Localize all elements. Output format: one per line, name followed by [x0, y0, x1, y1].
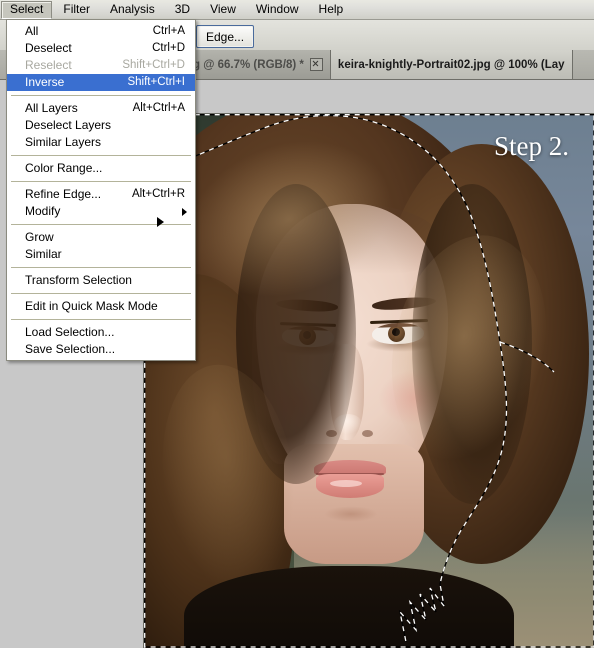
- menu-item-label: All: [25, 24, 39, 38]
- menubar-item-help[interactable]: Help: [310, 1, 353, 19]
- menubar-item-label: Analysis: [110, 1, 155, 16]
- menu-item-color-range[interactable]: Color Range...: [7, 160, 195, 177]
- menu-item-deselect-layers[interactable]: Deselect Layers: [7, 117, 195, 134]
- menu-separator: [11, 95, 191, 96]
- menu-item-shortcut: Shift+Ctrl+D: [122, 59, 185, 71]
- menu-item-shortcut: Ctrl+D: [152, 42, 185, 54]
- menu-item-all-layers[interactable]: All Layers Alt+Ctrl+A: [7, 100, 195, 117]
- menu-item-label: Grow: [25, 230, 54, 244]
- chin-shade: [324, 506, 378, 522]
- lip-highlight: [330, 480, 362, 487]
- menu-separator: [11, 155, 191, 156]
- menu-item-refine-edge[interactable]: Refine Edge... Alt+Ctrl+R: [7, 186, 195, 203]
- menu-item-shortcut: Alt+Ctrl+A: [132, 102, 185, 114]
- menu-item-similar[interactable]: Similar: [7, 246, 195, 263]
- menu-item-label: Deselect: [25, 41, 72, 55]
- menubar-item-analysis[interactable]: Analysis: [101, 1, 164, 19]
- refine-edge-button[interactable]: Edge...: [196, 25, 255, 48]
- menubar-item-filter[interactable]: Filter: [54, 1, 99, 19]
- portrait-photo: [144, 114, 594, 648]
- menu-item-similar-layers[interactable]: Similar Layers: [7, 134, 195, 151]
- menu-item-label: Save Selection...: [25, 342, 116, 356]
- menubar-item-view[interactable]: View: [201, 1, 245, 19]
- menubar-item-label: Window: [255, 1, 299, 16]
- menu-item-reselect: Reselect Shift+Ctrl+D: [7, 57, 195, 74]
- menu-separator: [11, 267, 191, 268]
- menu-item-deselect[interactable]: Deselect Ctrl+D: [7, 40, 195, 57]
- menu-item-label: Load Selection...: [25, 325, 115, 339]
- menu-item-label: Edit in Quick Mask Mode: [25, 299, 158, 313]
- tab-close-icon[interactable]: [309, 58, 323, 71]
- menu-item-modify[interactable]: Modify: [7, 203, 195, 220]
- refine-edge-button-label: Edge...: [206, 29, 245, 44]
- menu-item-label: Similar: [25, 247, 62, 261]
- menu-separator: [11, 224, 191, 225]
- document-tab[interactable]: g @ 66.7% (RGB/8) *: [186, 50, 331, 79]
- document-tab[interactable]: keira-knightly-Portrait02.jpg @ 100% (La…: [330, 50, 573, 79]
- menubar-item-3d[interactable]: 3D: [166, 1, 199, 19]
- shoulders: [184, 566, 514, 648]
- menu-separator: [11, 319, 191, 320]
- image-canvas[interactable]: Step 2.: [143, 113, 594, 648]
- menu-item-all[interactable]: All Ctrl+A: [7, 23, 195, 40]
- document-tab-label: g @ 66.7% (RGB/8) *: [193, 58, 304, 71]
- step-annotation: Step 2.: [494, 131, 570, 161]
- menu-item-transform-selection[interactable]: Transform Selection: [7, 272, 195, 289]
- menubar-item-label: 3D: [174, 1, 191, 16]
- menu-item-label: Color Range...: [25, 161, 103, 175]
- menu-item-shortcut: Ctrl+A: [152, 25, 185, 37]
- menu-item-inverse[interactable]: Inverse Shift+Ctrl+I: [7, 74, 195, 91]
- menubar-item-label: Help: [318, 1, 344, 16]
- menubar-item-label: Select: [10, 1, 44, 16]
- menu-separator: [11, 293, 191, 294]
- menubar-item-window[interactable]: Window: [247, 1, 308, 19]
- submenu-arrow-icon: [182, 208, 187, 216]
- menu-item-label: Deselect Layers: [25, 118, 112, 132]
- menu-item-label: Transform Selection: [25, 273, 132, 287]
- menu-item-label: Similar Layers: [25, 135, 102, 149]
- menubar-item-label: Filter: [63, 1, 91, 16]
- menu-item-shortcut: Alt+Ctrl+R: [131, 188, 185, 200]
- menu-item-shortcut: Shift+Ctrl+I: [127, 76, 185, 88]
- menu-item-edit-in-quick-mask-mode[interactable]: Edit in Quick Mask Mode: [7, 298, 195, 315]
- menu-item-label: All Layers: [25, 101, 78, 115]
- select-dropdown-menu[interactable]: All Ctrl+A Deselect Ctrl+D Reselect Shift+Ctr…: [6, 19, 196, 361]
- nostril-right: [362, 430, 373, 437]
- menu-item-load-selection[interactable]: Load Selection...: [7, 324, 195, 341]
- menu-item-grow[interactable]: Grow: [7, 229, 195, 246]
- menu-item-save-selection[interactable]: Save Selection...: [7, 341, 195, 358]
- menu-item-label: Inverse: [25, 75, 65, 89]
- menu-item-label: Refine Edge...: [25, 187, 102, 201]
- menubar-item-label: View: [210, 1, 236, 16]
- mouse-cursor-icon: [157, 217, 164, 227]
- document-tab-label: keira-knightly-Portrait02.jpg @ 100% (La…: [337, 58, 565, 71]
- menubar-item-select[interactable]: Select: [1, 0, 53, 19]
- menu-bar: Select Filter Analysis 3D View Window Help: [0, 0, 594, 20]
- menu-separator: [11, 181, 191, 182]
- menu-item-label: Reselect: [25, 58, 72, 72]
